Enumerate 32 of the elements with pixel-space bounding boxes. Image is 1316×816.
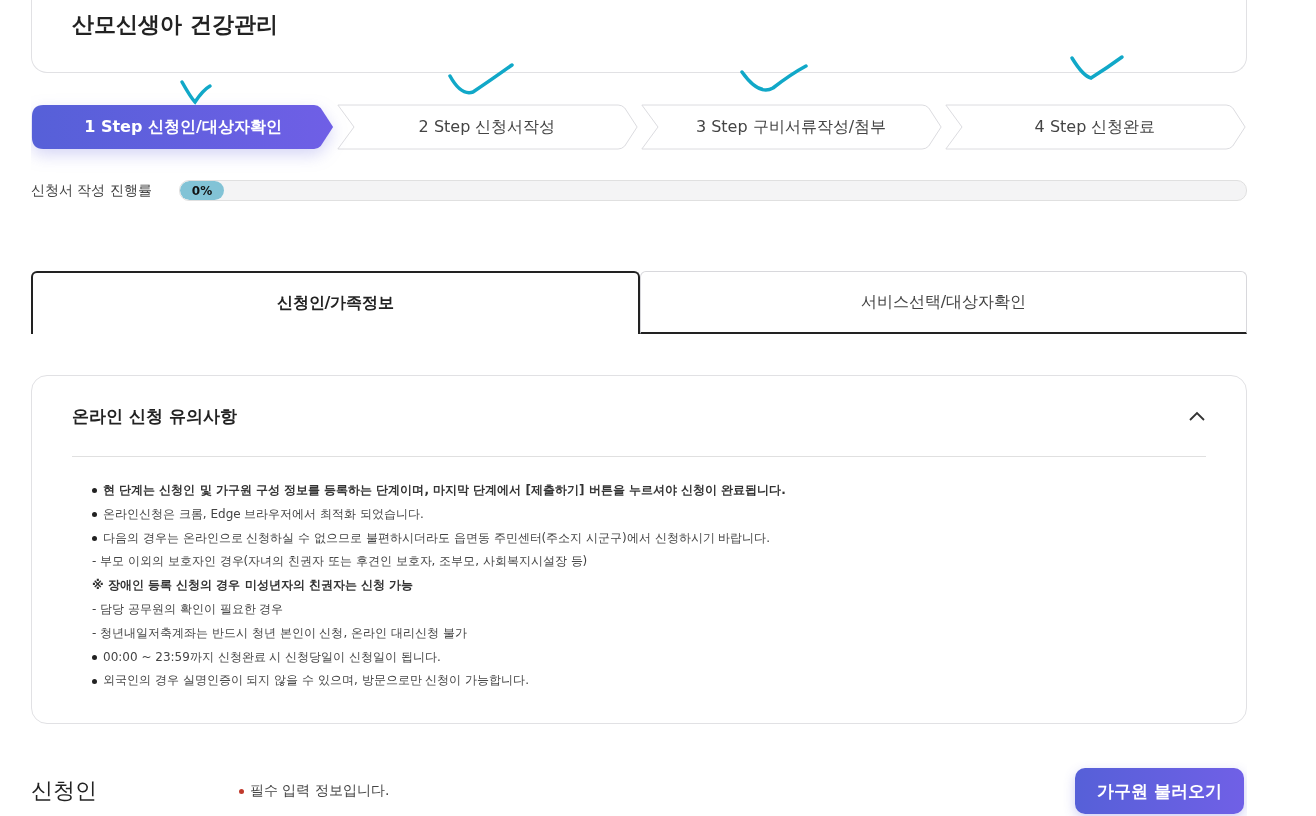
- tab[interactable]: 서비스선택/대상자확인: [640, 271, 1247, 334]
- load-members-button[interactable]: 가구원 불러오기: [1075, 768, 1244, 815]
- notice-text: - 청년내일저축계좌는 반드시 청년 본인이 신청, 온라인 대리신청 불가: [92, 624, 467, 642]
- bullet-icon: [92, 536, 97, 541]
- progress-fill: 0%: [180, 181, 224, 200]
- step-tab[interactable]: 1 Step 신청인/대상자확인: [31, 104, 335, 150]
- bullet-icon: [92, 512, 97, 518]
- bullet-icon: [92, 654, 97, 660]
- notice-text: 00:00 ~ 23:59까지 신청완료 시 신청당일이 신청일이 됩니다.: [103, 648, 441, 666]
- notice-text: - 부모 이외의 보호자인 경우(자녀의 친권자 또는 후견인 보호자, 조부모, 사회복지시설장 등): [92, 553, 588, 571]
- notice-text: 온라인신청은 크롬, Edge 브라우저에서 최적화 되었습니다.: [103, 505, 424, 523]
- check-mark-drawing: [739, 62, 809, 94]
- notice-text: 다음의 경우는 온라인으로 신청하실 수 없으므로 불편하시더라도 읍면동 주민센터(주소지 시군구)에서 신청하시기 바랍니다.: [103, 529, 771, 547]
- notice-text: 외국인의 경우 실명인증이 되지 않을 수 있으며, 방문으로만 신청이 가능합니다.: [103, 672, 529, 690]
- required-hint: 필수 입력 정보입니다.: [250, 782, 391, 801]
- check-mark-drawing: [1069, 54, 1125, 82]
- notice-text: ※ 장애인 등록 신청의 경우 미성년자의 친권자는 신청 가능: [92, 577, 414, 595]
- required-dot-icon: [239, 788, 244, 794]
- notice-title: 온라인 신청 유의사항: [72, 404, 237, 428]
- section-title: 신청인: [31, 777, 98, 806]
- bullet-icon: [92, 488, 97, 494]
- page-title: 산모신생아 건강관리: [72, 11, 278, 39]
- notice-text: 현 단계는 신청인 및 가구원 구성 정보를 등록하는 단계이며, 마지막 단계에서 [제출하기] 버튼을 누르셔야 신청이 완료됩니다.: [103, 482, 786, 499]
- step-tab[interactable]: 3 Step 구비서류작성/첨부: [639, 104, 943, 150]
- check-mark-drawing: [179, 78, 213, 106]
- bullet-icon: [92, 678, 97, 684]
- progress-label: 신청서 작성 진행률: [31, 181, 151, 200]
- step-tab[interactable]: 4 Step 신청완료: [943, 104, 1247, 150]
- step-tab[interactable]: 2 Step 신청서작성: [335, 104, 639, 150]
- notice-text: - 담당 공무원의 확인이 필요한 경우: [92, 601, 284, 618]
- tab[interactable]: 신청인/가족정보: [31, 271, 640, 334]
- collapse-chevron-icon[interactable]: [1188, 410, 1206, 422]
